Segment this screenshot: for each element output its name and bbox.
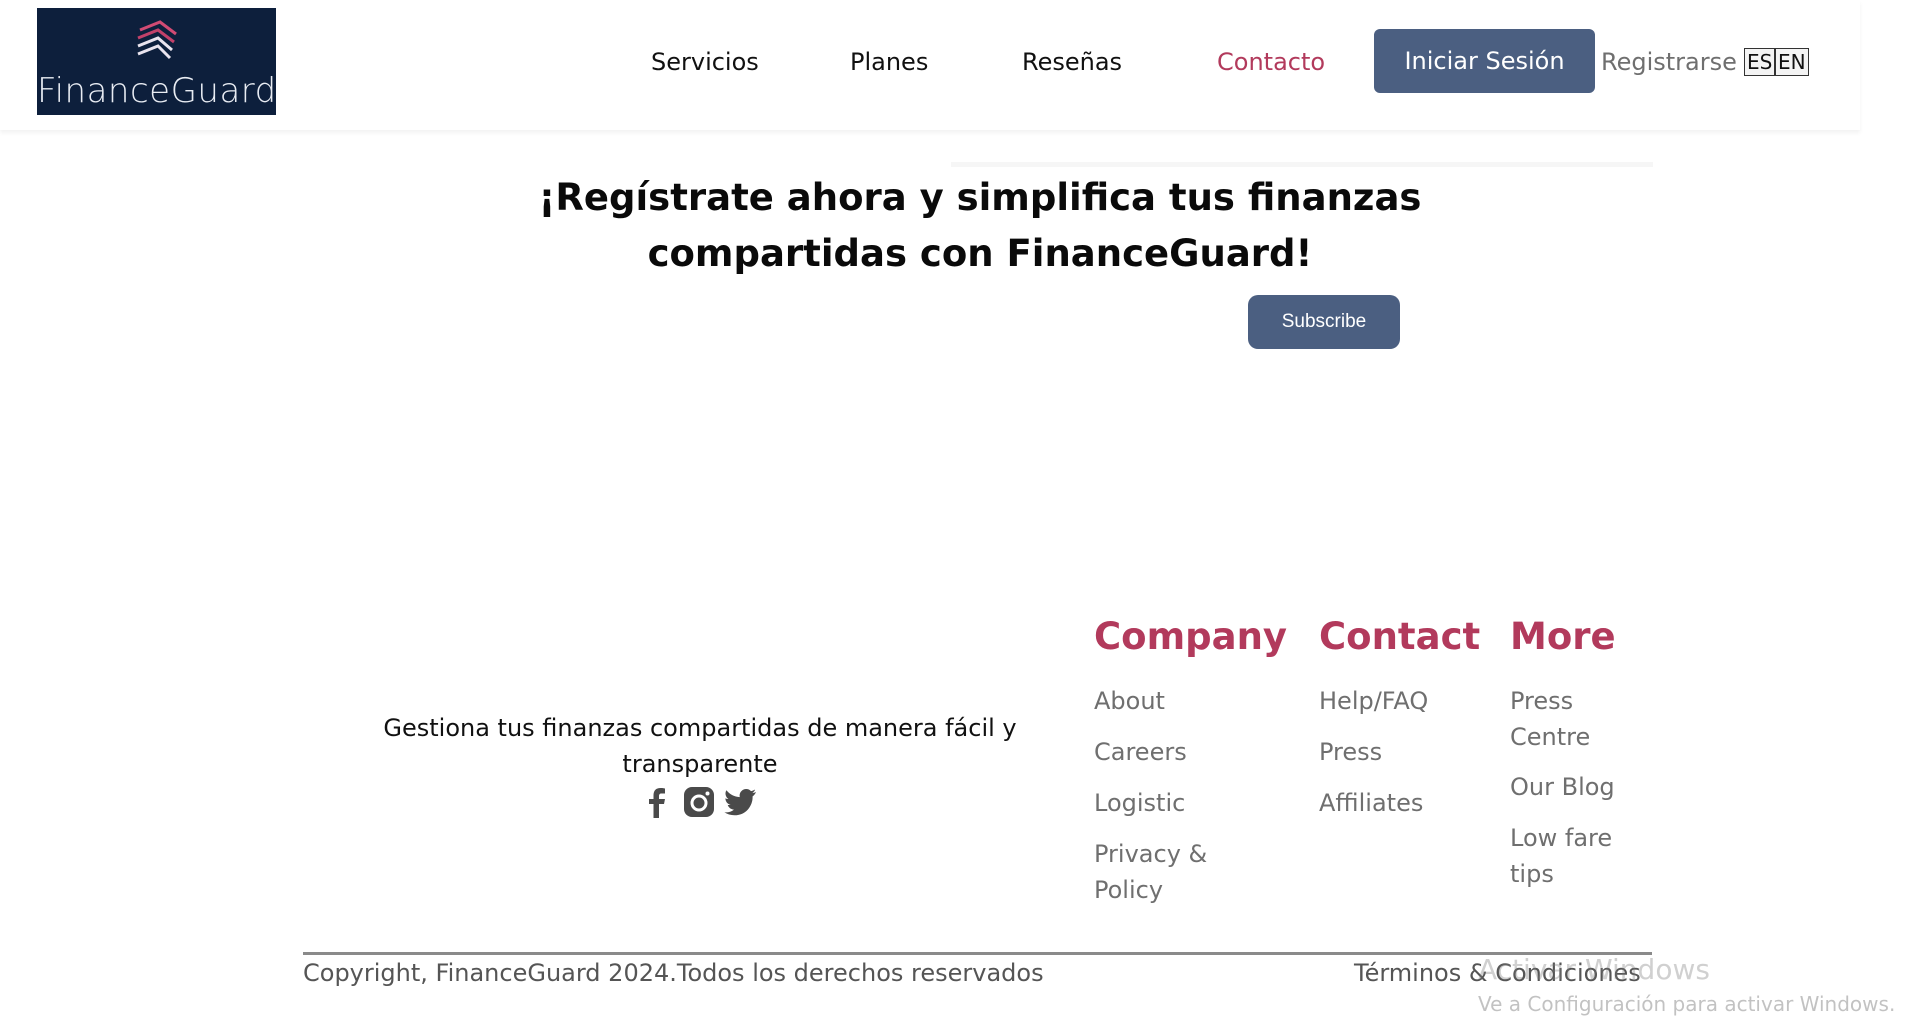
footer-link-logistic[interactable]: Logistic (1094, 785, 1185, 821)
footer-link-privacy-policy[interactable]: Privacy & Policy (1094, 836, 1234, 908)
brand-logo[interactable]: FinanceGuard (37, 8, 276, 115)
footer-heading-more: More (1510, 615, 1616, 658)
footer-link-affiliates[interactable]: Affiliates (1319, 785, 1423, 821)
footer-link-our-blog[interactable]: Our Blog (1510, 769, 1615, 805)
divider (951, 162, 1653, 167)
windows-activation-subtitle: Ve a Configuración para activar Windows. (1478, 992, 1896, 1016)
footer-link-about[interactable]: About (1094, 683, 1165, 719)
copyright-text: Copyright, FinanceGuard 2024.Todos los d… (303, 959, 1044, 987)
footer-heading-company: Company (1094, 615, 1288, 658)
brand-name: FinanceGuard (37, 71, 277, 111)
register-link[interactable]: Registrarse (1601, 48, 1737, 76)
footer-link-press[interactable]: Press (1319, 734, 1382, 770)
hero-title: ¡Regístrate ahora y simplifica tus finan… (530, 170, 1430, 282)
footer-link-low-fare-tips[interactable]: Low fare tips (1510, 820, 1630, 892)
nav-contacto[interactable]: Contacto (1217, 48, 1325, 76)
footer-divider (303, 952, 1652, 955)
site-header: FinanceGuard Servicios Planes Reseñas Co… (0, 0, 1860, 130)
footer-tagline: Gestiona tus finanzas compartidas de man… (383, 714, 1017, 778)
lang-es-button[interactable]: ES (1744, 48, 1776, 76)
nav-servicios[interactable]: Servicios (651, 48, 759, 76)
layers-icon (137, 20, 177, 60)
hero-title-line2: compartidas con FinanceGuard! (647, 232, 1313, 275)
windows-activation-title: Activar Windows (1478, 953, 1710, 986)
nav-resenas[interactable]: Reseñas (1022, 48, 1122, 76)
hero-title-line1: ¡Regístrate ahora y simplifica tus finan… (538, 176, 1422, 219)
footer-link-careers[interactable]: Careers (1094, 734, 1187, 770)
instagram-icon[interactable] (682, 785, 716, 819)
facebook-icon[interactable] (640, 785, 674, 819)
subscribe-button[interactable]: Subscribe (1248, 295, 1400, 349)
twitter-icon[interactable] (724, 785, 758, 819)
footer-link-help-faq[interactable]: Help/FAQ (1319, 683, 1428, 719)
footer-heading-contact: Contact (1319, 615, 1481, 658)
lang-en-button[interactable]: EN (1775, 48, 1809, 76)
nav-planes[interactable]: Planes (850, 48, 928, 76)
login-button[interactable]: Iniciar Sesión (1374, 29, 1595, 93)
footer-link-press-centre[interactable]: Press Centre (1510, 683, 1630, 755)
